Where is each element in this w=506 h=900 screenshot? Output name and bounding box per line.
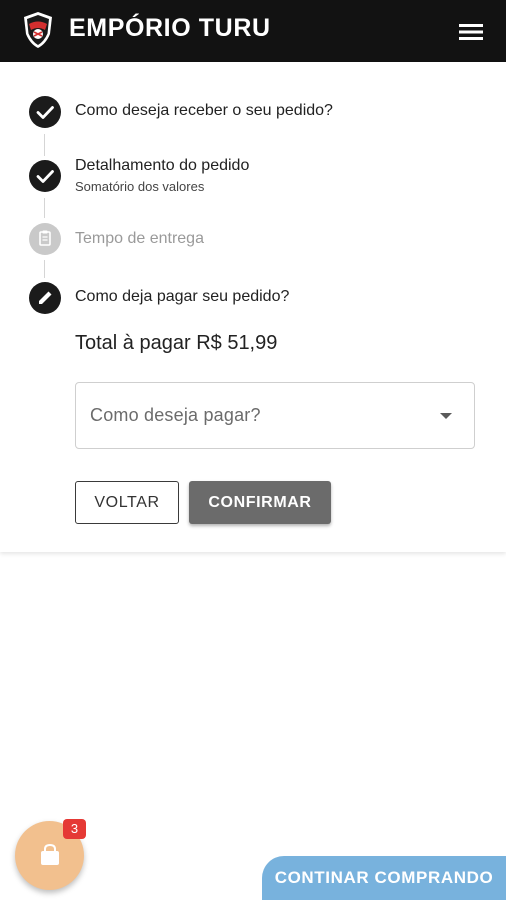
- club-crest-logo[interactable]: [18, 10, 58, 50]
- step-connector: [44, 198, 45, 218]
- total-to-pay: Total à pagar R$ 51,99: [75, 332, 278, 354]
- back-button[interactable]: VOLTAR: [75, 481, 179, 524]
- step-4-title[interactable]: Como deja pagar seu pedido?: [75, 288, 289, 306]
- hamburger-menu-icon[interactable]: [454, 18, 488, 46]
- step-3-clipboard-icon: [29, 223, 61, 255]
- step-2-subtitle: Somatório dos valores: [75, 179, 205, 194]
- shopping-bag-icon: [41, 843, 59, 865]
- cart-count-badge: 3: [63, 819, 86, 839]
- step-3-title[interactable]: Tempo de entrega: [75, 230, 204, 248]
- payment-method-select[interactable]: Como deseja pagar?: [75, 382, 475, 449]
- step-2-check-icon: [29, 160, 61, 192]
- step-1-check-icon: [29, 96, 61, 128]
- dropdown-caret-icon[interactable]: [440, 413, 452, 419]
- confirm-button[interactable]: CONFIRMAR: [189, 481, 331, 524]
- step-4-pencil-icon: [29, 282, 61, 314]
- step-1-title[interactable]: Como deseja receber o seu pedido?: [75, 102, 333, 120]
- step-2-title[interactable]: Detalhamento do pedido: [75, 157, 249, 175]
- app-bar: EMPÓRIO TURU: [0, 0, 506, 62]
- step-connector: [44, 260, 45, 278]
- continue-shopping-button[interactable]: CONTINAR COMPRANDO: [262, 856, 506, 900]
- checkout-card: Como deseja receber o seu pedido? Detalh…: [0, 62, 506, 552]
- step-connector: [44, 134, 45, 156]
- brand-title: EMPÓRIO TURU: [69, 14, 271, 42]
- payment-method-placeholder: Como deseja pagar?: [90, 405, 261, 425]
